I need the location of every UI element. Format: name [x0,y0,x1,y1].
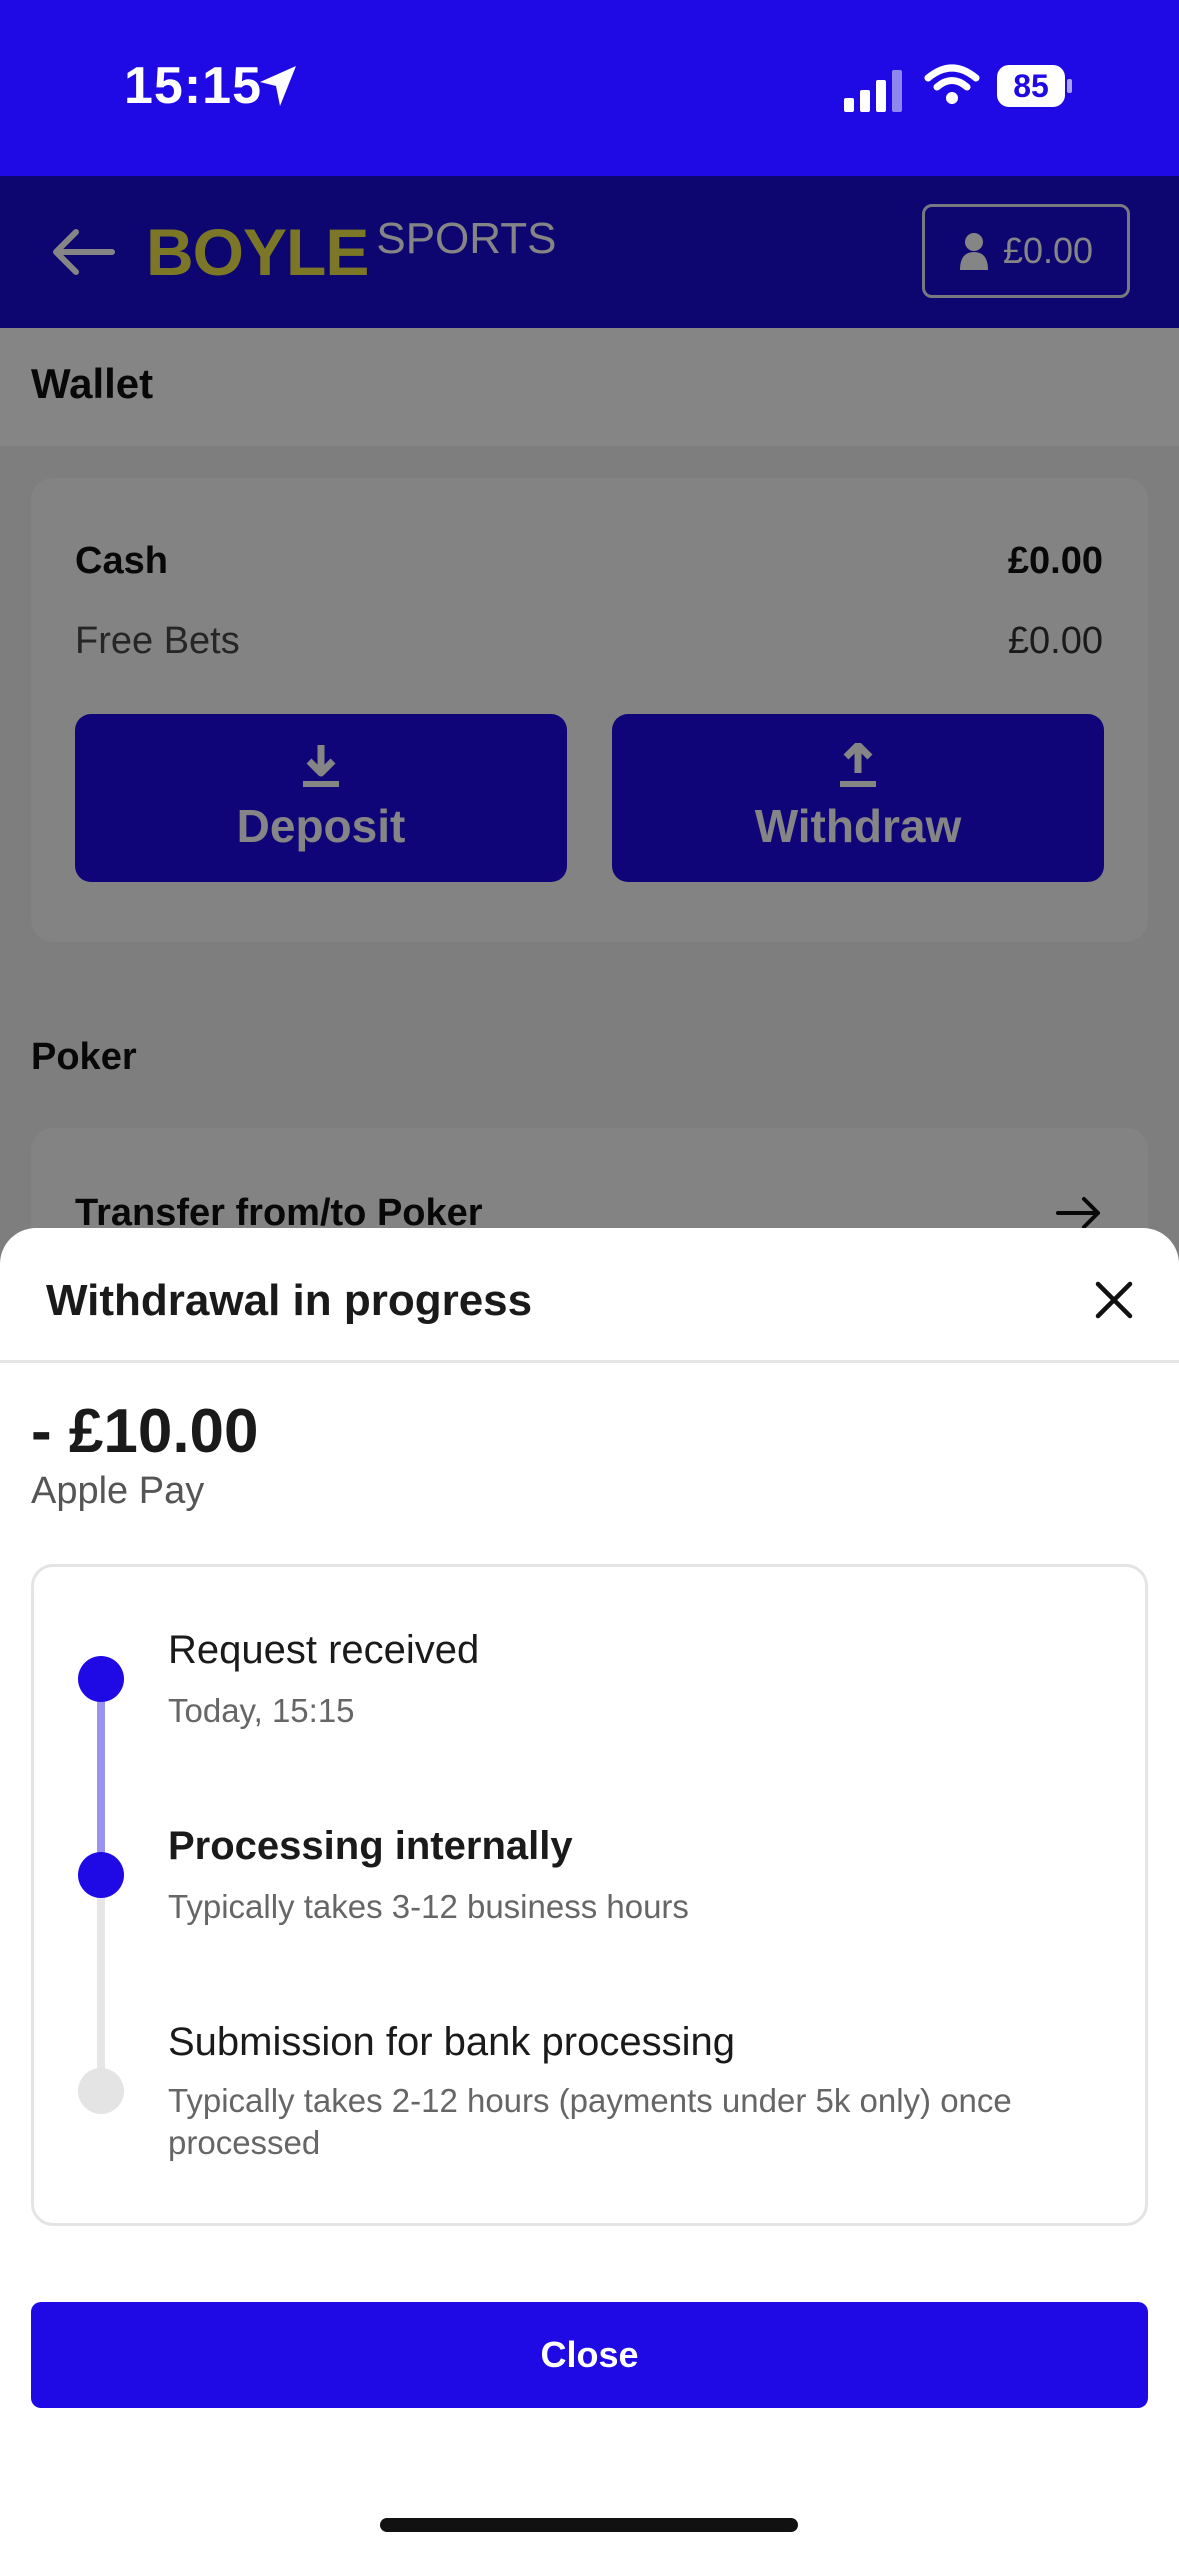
timeline-line-pending [97,1872,105,2090]
step-subtitle: Typically takes 2-12 hours (payments und… [168,2082,1012,2161]
timeline-dot-pending [78,2068,124,2114]
wifi-icon [924,64,980,104]
step-title: Processing internally [168,1824,573,1868]
sheet-divider [0,1360,1179,1363]
step-title: Request received [168,1628,480,1672]
close-icon[interactable] [1090,1276,1138,1324]
withdrawal-amount: - £10.00 [31,1397,259,1466]
payment-method: Apple Pay [31,1470,205,1512]
close-button[interactable]: Close [31,2302,1148,2408]
home-indicator [380,2518,798,2532]
cellular-signal-icon [844,70,902,112]
battery-level: 85 [1013,68,1049,104]
battery-icon: 85 [996,64,1074,108]
step-title: Submission for bank processing [168,2020,735,2064]
sheet-title: Withdrawal in progress [46,1276,533,1325]
step-subtitle: Typically takes 3-12 business hours [168,1888,689,1925]
timeline-dot-complete [78,1656,124,1702]
timeline-dot-current [78,1852,124,1898]
status-time: 15:15 [124,57,262,115]
timeline-line-active [97,1678,105,1872]
step-subtitle: Today, 15:15 [168,1692,355,1729]
location-arrow-icon [260,66,296,106]
